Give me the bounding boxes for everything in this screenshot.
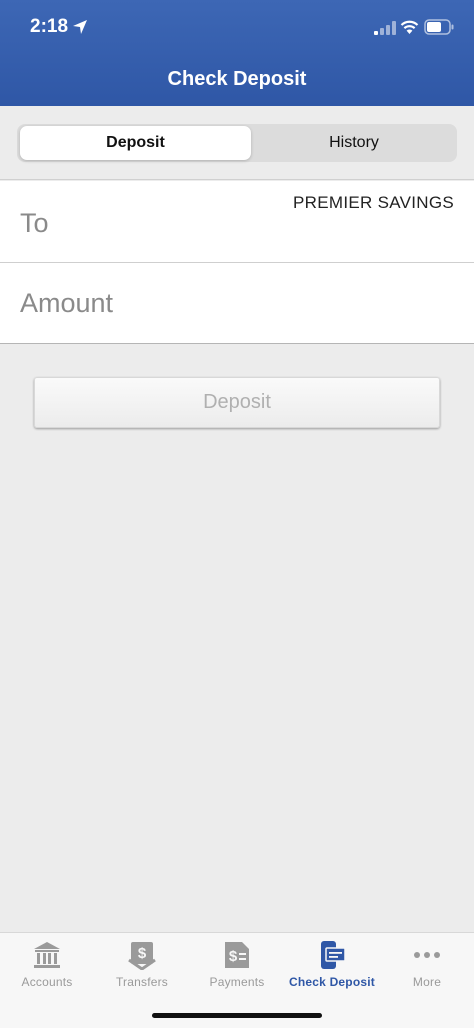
svg-text:$: $	[229, 948, 238, 965]
tab-more-label: More	[412, 975, 442, 989]
tab-payments[interactable]: $ Payments	[190, 933, 284, 1003]
segmented-control: Deposit History	[17, 124, 457, 162]
payment-icon: $	[225, 942, 249, 968]
transfer-icon: $	[128, 942, 156, 970]
deposit-button[interactable]: Deposit	[34, 377, 440, 428]
home-indicator	[152, 1013, 322, 1018]
bank-icon	[34, 942, 60, 968]
check-deposit-icon	[321, 941, 346, 969]
tab-deposit[interactable]: Deposit	[20, 126, 251, 160]
amount-label: Amount	[20, 288, 114, 318]
tab-transfers[interactable]: $ Transfers	[95, 933, 189, 1003]
more-icon	[414, 952, 440, 958]
battery-icon	[424, 19, 454, 35]
app-header: 2:18 Check Deposit	[0, 0, 474, 106]
wifi-icon	[400, 20, 419, 34]
page-title: Check Deposit	[167, 68, 307, 90]
tab-more[interactable]: More	[380, 933, 474, 1003]
tab-check-deposit[interactable]: Check Deposit	[285, 933, 379, 1003]
tab-transfers-label: Transfers	[115, 975, 169, 989]
cellular-signal-icon	[374, 21, 396, 35]
segment-area: Deposit History	[0, 106, 474, 180]
tab-accounts-label: Accounts	[21, 975, 73, 989]
status-bar: 2:18	[0, 0, 474, 56]
tab-history[interactable]: History	[254, 126, 454, 160]
to-account-row[interactable]: To PREMIER SAVINGS	[0, 181, 474, 263]
tab-payments-label: Payments	[209, 975, 265, 989]
to-label: To	[20, 208, 49, 238]
tab-check-deposit-label: Check Deposit	[289, 975, 375, 989]
svg-text:$: $	[138, 945, 147, 962]
amount-field[interactable]: Amount	[0, 263, 474, 344]
location-arrow-icon	[73, 20, 87, 34]
tab-accounts[interactable]: Accounts	[0, 933, 94, 1003]
status-time: 2:18	[30, 16, 69, 37]
to-account-value: PREMIER SAVINGS	[293, 193, 454, 212]
